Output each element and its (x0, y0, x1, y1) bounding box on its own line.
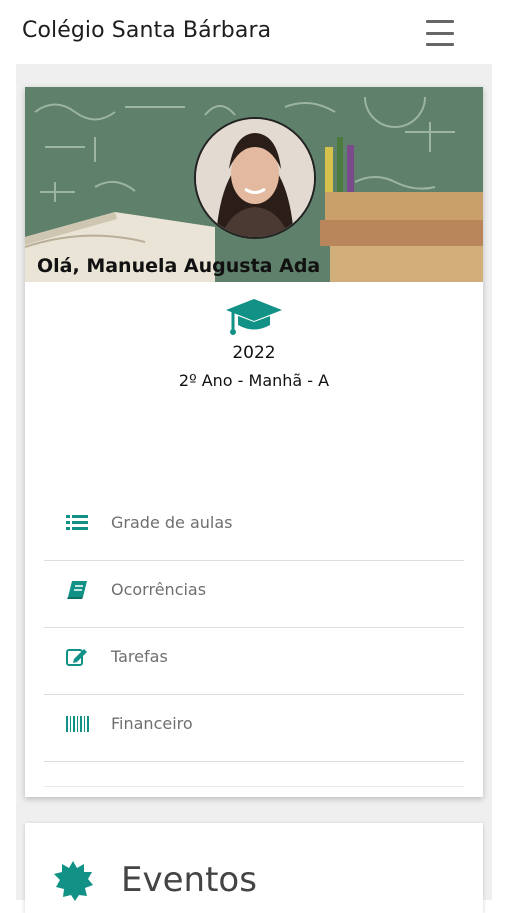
class-info: 2º Ano - Manhã - A (178, 371, 330, 390)
top-bar: Colégio Santa Bárbara (0, 0, 506, 64)
menu-item-ocorrencias[interactable]: Ocorrências (44, 561, 464, 628)
greeting-text: Olá, Manuela Augusta Ada (37, 255, 321, 277)
graduation-cap-icon (225, 297, 283, 343)
book-icon (66, 580, 90, 600)
edit-icon (66, 647, 90, 667)
barcode-icon (66, 714, 90, 734)
student-menu: Grade de aulas Ocorrências Tarefas Finan… (44, 494, 464, 787)
menu-item-label: Tarefas (111, 647, 168, 666)
menu-item-label: Financeiro (111, 714, 193, 733)
menu-item-tarefas[interactable]: Tarefas (44, 628, 464, 695)
profile-card: Olá, Manuela Augusta Ada 2022 2º Ano - M… (25, 87, 483, 797)
menu-divider (44, 762, 464, 787)
profile-photo (196, 119, 314, 237)
menu-item-financeiro[interactable]: Financeiro (44, 695, 464, 762)
certificate-icon (53, 861, 93, 905)
hamburger-menu-icon[interactable] (426, 20, 454, 46)
app-title: Colégio Santa Bárbara (22, 18, 272, 43)
avatar[interactable] (194, 117, 316, 239)
events-title: Eventos (121, 860, 257, 900)
school-year: 2022 (232, 343, 276, 363)
list-icon (66, 513, 90, 533)
menu-item-label: Ocorrências (111, 580, 207, 599)
menu-item-grade-de-aulas[interactable]: Grade de aulas (44, 494, 464, 561)
menu-item-label: Grade de aulas (111, 513, 233, 532)
profile-banner: Olá, Manuela Augusta Ada (25, 87, 483, 282)
